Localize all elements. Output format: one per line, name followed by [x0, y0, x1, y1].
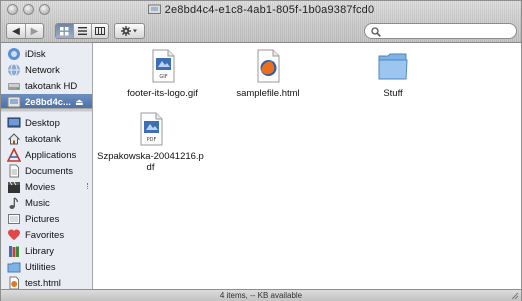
sidebar-item-idisk[interactable]: iDisk	[1, 46, 92, 62]
back-forward-control: ◀ ▶	[6, 23, 44, 39]
sidebar-item-label: Favorites	[25, 229, 65, 241]
file-item[interactable]: PDF Szpakowska-20041216.pdf	[97, 112, 204, 173]
list-view-button[interactable]	[73, 24, 90, 38]
sidebar-item-label: Documents	[25, 165, 74, 177]
folder-icon	[378, 53, 408, 80]
desktop-icon	[7, 117, 21, 128]
list-view-icon	[77, 27, 87, 35]
firefox-html-icon	[257, 49, 280, 83]
sidebar-item-home[interactable]: takotank	[1, 131, 92, 147]
music-icon	[9, 197, 19, 209]
file-badge: PDF	[146, 137, 156, 143]
applications-icon	[7, 148, 21, 162]
file-name: samplefile.html	[236, 88, 300, 99]
sidebar-item-favorites[interactable]: Favorites	[1, 227, 92, 243]
sidebar-item-desktop[interactable]: Desktop	[1, 115, 92, 131]
home-icon	[7, 133, 21, 145]
file-item[interactable]: GIF footer-its-logo.gif	[115, 49, 210, 99]
file-name: footer-its-logo.gif	[127, 88, 198, 99]
sidebar-item-label: takotank HD	[25, 80, 78, 92]
library-icon	[9, 246, 19, 257]
action-menu-button[interactable]	[114, 23, 145, 39]
file-badge: GIF	[159, 74, 167, 80]
sidebar-item-label: test.html	[25, 277, 61, 289]
window-title-area: 2e8bd4c4-e1c8-4ab1-805f-1b0a9387fcd0	[1, 4, 521, 17]
search-field[interactable]	[364, 23, 517, 39]
eject-icon[interactable]: ⏏	[75, 97, 84, 108]
file-item[interactable]: samplefile.html	[223, 49, 313, 99]
icon-view-button[interactable]	[56, 24, 74, 38]
finder-window: 2e8bd4c4-e1c8-4ab1-805f-1b0a9387fcd0 ◀ ▶	[0, 0, 522, 301]
sidebar-item-label: 2e8bd4c...	[25, 96, 71, 108]
back-button[interactable]: ◀	[7, 24, 25, 38]
title-bar[interactable]: 2e8bd4c4-e1c8-4ab1-805f-1b0a9387fcd0 ◀ ▶	[1, 1, 521, 43]
sidebar-item-label: Music	[25, 197, 50, 209]
status-bar: 4 items, -- KB available	[1, 289, 521, 301]
file-browser-content: GIF footer-its-logo.gif samplefile.html …	[93, 43, 521, 289]
sidebar-item-utilities[interactable]: Utilities	[1, 259, 92, 275]
window-title: 2e8bd4c4-e1c8-4ab1-805f-1b0a9387fcd0	[164, 4, 375, 16]
status-text: 4 items, -- KB available	[219, 291, 303, 300]
forward-button[interactable]: ▶	[24, 24, 43, 38]
html-file-icon	[9, 276, 19, 290]
harddisk-icon	[8, 83, 20, 90]
network-icon	[8, 63, 20, 77]
sidebar-item-music[interactable]: Music	[1, 195, 92, 211]
sidebar-item-label: Network	[25, 64, 60, 76]
sidebar-item-movies[interactable]: Movies	[1, 179, 92, 195]
sidebar-item-pictures[interactable]: Pictures	[1, 211, 92, 227]
file-name: Stuff	[383, 88, 403, 99]
sidebar-item-label: iDisk	[25, 48, 46, 60]
sidebar-resize-handle[interactable]	[87, 183, 91, 189]
sidebar-item-label: Utilities	[25, 261, 56, 273]
file-name: Szpakowska-20041216.pdf	[97, 151, 204, 173]
pdf-file-icon: PDF	[140, 112, 162, 146]
disk-image-mini-icon	[147, 4, 161, 14]
gif-file-icon: GIF	[152, 49, 174, 83]
resize-grip-icon[interactable]	[510, 291, 519, 300]
sidebar-item-label: Desktop	[25, 117, 60, 129]
disk-image-icon	[7, 96, 21, 108]
sidebar-item-applications[interactable]: Applications	[1, 147, 92, 163]
sidebar-divider	[1, 108, 92, 112]
file-item[interactable]: Stuff	[348, 49, 438, 99]
idisk-icon	[8, 48, 20, 60]
favorites-icon	[8, 229, 20, 240]
sidebar-item-label: Movies	[25, 181, 56, 193]
sidebar-item-documents[interactable]: Documents	[1, 163, 92, 179]
column-view-button[interactable]	[90, 24, 108, 38]
movies-icon	[8, 181, 20, 193]
pictures-icon	[8, 214, 20, 224]
sidebar-item-library[interactable]: Library	[1, 243, 92, 259]
column-view-icon	[94, 27, 105, 35]
view-mode-control	[55, 23, 109, 39]
sidebar-item-label: Library	[25, 245, 55, 257]
icon-view-icon	[60, 26, 69, 35]
utilities-icon	[7, 262, 21, 273]
documents-icon	[9, 164, 19, 178]
search-icon	[371, 27, 381, 37]
sidebar-item-label: Pictures	[25, 213, 60, 225]
sidebar-item-network[interactable]: Network	[1, 62, 92, 78]
sidebar-item-label: takotank	[25, 133, 61, 145]
sidebar: iDisk Network takotank HD 2e8bd4c... ⏏ D…	[1, 43, 93, 290]
sidebar-item-label: Applications	[25, 149, 77, 161]
sidebar-item-takotank-hd[interactable]: takotank HD	[1, 78, 92, 94]
gear-icon	[115, 24, 144, 38]
